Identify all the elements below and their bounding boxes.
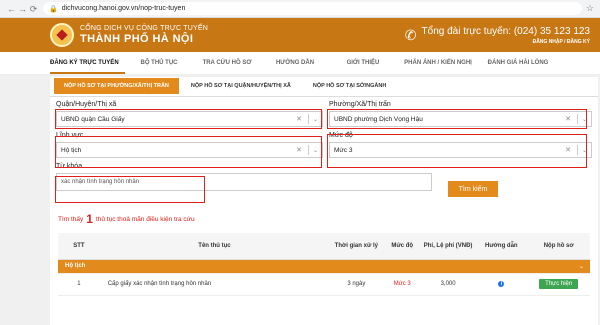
clear-icon[interactable]: ✕: [565, 115, 571, 123]
results-summary: Tìm thấy 1 thủ tục thoả mãn điều kiện tr…: [58, 212, 195, 226]
menu-item-satisfaction[interactable]: ĐÁNH GIÁ HÀI LÒNG: [479, 52, 557, 75]
menu-item-online-registration[interactable]: ĐĂNG KÝ TRỰC TUYẾN: [50, 52, 125, 74]
site-header: CỔNG DỊCH VỤ CÔNG TRỰC TUYẾN THÀNH PHỐ H…: [0, 18, 600, 52]
main-menu: ĐĂNG KÝ TRỰC TUYẾN BỘ THỦ TỤC TRA CỨU HỒ…: [0, 52, 600, 75]
brand-line-1: CỔNG DỊCH VỤ CÔNG TRỰC TUYẾN: [80, 25, 208, 32]
info-icon[interactable]: i: [498, 281, 505, 287]
col-header-time: Thời gian xử lý: [329, 233, 384, 260]
submit-button[interactable]: Thực hiện: [539, 279, 579, 289]
menu-item-guide[interactable]: HƯỚNG DẪN: [261, 52, 329, 75]
level-select[interactable]: Mức 3 ✕ ⌄: [329, 142, 592, 158]
site-brand[interactable]: CỔNG DỊCH VỤ CÔNG TRỰC TUYẾN THÀNH PHỐ H…: [80, 25, 208, 45]
chevron-down-icon[interactable]: ⌄: [579, 263, 584, 270]
level-value: Mức 3: [334, 146, 353, 154]
clear-icon[interactable]: ✕: [296, 146, 302, 154]
keyword-label: Từ khóa: [56, 163, 83, 170]
tab-department-level[interactable]: NỘP HỒ SƠ TẠI SỞ/NGÀNH: [303, 78, 396, 94]
keyword-input[interactable]: xác nhận tình trạng hôn nhân: [56, 173, 432, 191]
results-suffix: thủ tục thoả mãn điều kiện tra cứu: [95, 215, 195, 223]
tab-district-level[interactable]: NỘP HỒ SƠ TẠI QUẬN/HUYỆN/THỊ XÃ: [181, 78, 301, 94]
field-select[interactable]: Hộ tịch ✕ ⌄: [56, 142, 323, 158]
tab-ward-level[interactable]: NỘP HỒ SƠ TẠI PHƯỜNG/XÃ/THỊ TRẤN: [54, 78, 179, 94]
cell-fee: 3,000: [420, 273, 476, 296]
login-register-link[interactable]: ĐĂNG NHẬP / ĐĂNG KÝ: [422, 39, 590, 45]
group-label: Hộ tịch: [65, 262, 86, 269]
col-header-stt: STT: [58, 233, 100, 260]
chevron-down-icon[interactable]: ⌄: [313, 116, 318, 123]
address-bar[interactable]: 🔒 dichvucong.hanoi.gov.vn/nop-truc-tuyen: [43, 2, 582, 15]
cell-level: Mức 3: [383, 273, 421, 296]
cell-submit: Thực hiện: [527, 273, 590, 296]
url-text: dichvucong.hanoi.gov.vn/nop-truc-tuyen: [61, 5, 186, 12]
menu-item-about[interactable]: GIỚI THIỆU: [329, 52, 397, 75]
menu-item-procedures[interactable]: BỘ THỦ TỤC: [125, 52, 193, 75]
cell-stt: 1: [58, 273, 100, 296]
group-row[interactable]: Hộ tịch ⌄: [58, 259, 590, 274]
cell-guide: i: [475, 273, 528, 296]
menu-item-lookup[interactable]: TRA CỨU HỒ SƠ: [193, 52, 261, 75]
chevron-down-icon[interactable]: ⌄: [582, 147, 587, 154]
clear-icon[interactable]: ✕: [565, 146, 571, 154]
back-icon[interactable]: ←: [6, 0, 17, 18]
menu-item-feedback[interactable]: PHẢN ÁNH / KIẾN NGHỊ: [397, 52, 479, 75]
field-label: Lĩnh vực: [56, 132, 84, 139]
col-header-guide: Hướng dẫn: [475, 233, 528, 260]
chevron-down-icon[interactable]: ⌄: [313, 147, 318, 154]
browser-toolbar: ← → ⟳ 🔒 dichvucong.hanoi.gov.vn/nop-truc…: [0, 0, 600, 18]
reload-icon[interactable]: ⟳: [28, 0, 39, 18]
results-prefix: Tìm thấy: [58, 215, 84, 223]
search-button[interactable]: Tìm kiếm: [448, 181, 498, 197]
hotline-text: Tổng đài trực tuyến: (024) 35 123 123: [421, 25, 590, 37]
results-count: 1: [86, 212, 93, 226]
table-header-row: STT Tên thủ tục Thời gian xử lý Mức độ P…: [58, 233, 590, 260]
cell-name[interactable]: Cấp giấy xác nhận tình trạng hôn nhân: [99, 273, 330, 296]
field-value: Hộ tịch: [61, 146, 82, 154]
ward-select[interactable]: UBND phường Dịch Vọng Hậu ✕ ⌄: [329, 111, 592, 127]
table-row: 1 Cấp giấy xác nhận tình trạng hôn nhân …: [58, 273, 590, 296]
chevron-down-icon[interactable]: ⌄: [582, 116, 587, 123]
level-label: Mức độ: [329, 132, 353, 139]
district-label: Quận/Huyện/Thị xã: [56, 101, 117, 108]
bookmark-star-icon[interactable]: ☆: [586, 3, 594, 14]
search-form: Quận/Huyện/Thị xã UBND quận Cầu Giấy ✕ ⌄…: [50, 97, 598, 200]
lock-icon: 🔒: [49, 5, 58, 13]
results-table: STT Tên thủ tục Thời gian xử lý Mức độ P…: [58, 233, 590, 296]
tab-bar: NỘP HỒ SƠ TẠI PHƯỜNG/XÃ/THỊ TRẤN NỘP HỒ …: [50, 76, 598, 97]
col-header-level: Mức độ: [383, 233, 421, 260]
district-value: UBND quận Cầu Giấy: [61, 115, 125, 123]
ward-value: UBND phường Dịch Vọng Hậu: [334, 115, 423, 123]
city-emblem-icon[interactable]: [50, 23, 74, 47]
phone-icon: ✆: [404, 26, 417, 43]
brand-line-2: THÀNH PHỐ HÀ NỘI: [80, 33, 194, 45]
col-header-name: Tên thủ tục: [99, 233, 330, 260]
ward-label: Phường/Xã/Thị trấn: [329, 101, 391, 108]
col-header-submit: Nộp hồ sơ: [527, 233, 590, 260]
cell-time: 3 ngày: [329, 273, 384, 296]
district-select[interactable]: UBND quận Cầu Giấy ✕ ⌄: [56, 111, 323, 127]
col-header-fee: Phí, Lệ phí (VNĐ): [420, 233, 476, 260]
forward-icon[interactable]: →: [17, 0, 28, 18]
clear-icon[interactable]: ✕: [296, 115, 302, 123]
